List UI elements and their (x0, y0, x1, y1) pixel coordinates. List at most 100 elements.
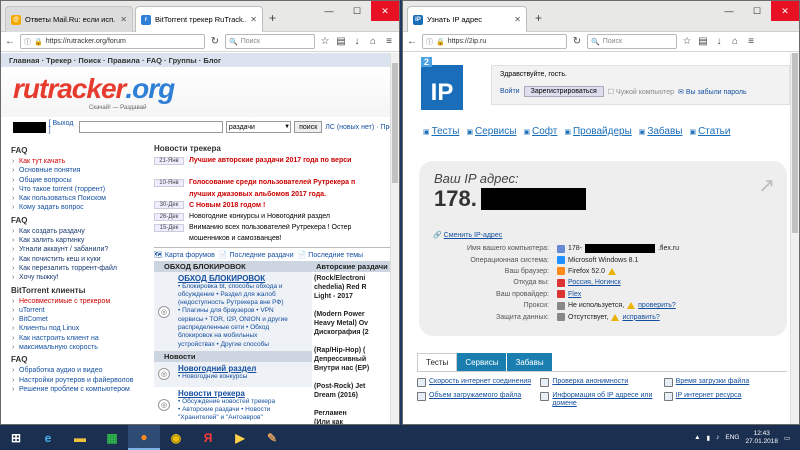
panel-sublink[interactable]: распределенные сети • Обход (156, 324, 310, 332)
minimize-icon[interactable]: — (315, 1, 343, 21)
panel-sublink[interactable]: обсуждение • Раздел для жалоб (156, 291, 310, 299)
info-text[interactable]: Flex (568, 291, 581, 298)
panel-sublink[interactable]: сервисы • TOR, I2P, ONION и другие (156, 316, 310, 324)
sidebar-link[interactable]: Как почистить кеш и куки (11, 255, 151, 264)
clock[interactable]: 12:43 27.01.2018 (745, 430, 778, 446)
author-release-line[interactable]: (Или как (314, 418, 390, 425)
back-icon[interactable]: ← (406, 36, 418, 47)
close-tab-icon[interactable]: ✕ (250, 15, 257, 24)
news-row[interactable]: мошенников и самозванцев! (154, 233, 394, 244)
tray-arrow-icon[interactable]: ▲ (694, 434, 700, 441)
download-icon[interactable]: ↓ (713, 36, 725, 47)
sidebar-link[interactable]: Обработка аудио и видео (11, 366, 151, 375)
store-icon[interactable]: ▦ (96, 425, 128, 450)
rt-main-menu[interactable]: Главная · Трекер · Поиск · Правила · FAQ… (1, 53, 399, 67)
rt-search-select[interactable]: раздачи ▼ (225, 121, 292, 133)
scrollbar[interactable] (390, 53, 399, 424)
menu-icon[interactable]: ≡ (383, 36, 395, 47)
tracker-news-link[interactable]: Новости трекера (156, 389, 310, 398)
minimize-icon[interactable]: — (715, 1, 743, 21)
ie-icon[interactable]: e (32, 425, 64, 450)
author-release-line[interactable]: (Rap/Hip-Hop) ( (314, 346, 390, 355)
home-icon[interactable]: ⌂ (729, 36, 741, 47)
panel-sublink[interactable]: "Хранителей" и "Антоавров" (156, 414, 310, 422)
copy-arrow-icon[interactable]: ↗ (758, 173, 775, 198)
ny-link[interactable]: Новогодний раздел (156, 364, 310, 373)
panel-sublink[interactable]: • Плагины для браузеров • VPN (156, 307, 310, 315)
reload-icon[interactable]: ↻ (209, 36, 221, 47)
register-button[interactable]: Зарегистрироваться (523, 86, 604, 97)
nav-4[interactable]: ▣ Забавы (639, 126, 683, 137)
sidebar-link[interactable]: Настройки роутеров и файерволов (11, 376, 151, 385)
close-tab-icon[interactable]: ✕ (514, 15, 521, 24)
author-release-line[interactable]: Депрессивный (314, 355, 390, 364)
sidebar-link[interactable]: максимальную скорость (11, 343, 151, 352)
search-box[interactable]: 🔍 Поиск (225, 34, 315, 49)
url-bar[interactable]: ⓘ 🔒 https://rutracker.org/forum (20, 34, 205, 49)
panel-sublink[interactable]: • Блокировка bt, способы обхода и (156, 283, 310, 291)
news-row[interactable] (154, 166, 394, 177)
maximize-icon[interactable]: ☐ (343, 1, 371, 21)
nav-2[interactable]: ▣ Софт (523, 126, 557, 137)
panel-sublink[interactable]: (недоступность Рутрекера вне РФ) (156, 299, 310, 307)
service-link[interactable]: Информация об IP адресе или домене (540, 392, 663, 408)
notifications-icon[interactable]: ▭ (784, 434, 794, 442)
last-releases-link[interactable]: 📄 Последние раздачи (219, 251, 294, 259)
2ip-logo[interactable]: 2 IP (421, 57, 463, 110)
bookmark-star-icon[interactable]: ☆ (319, 36, 331, 47)
yandex-icon[interactable]: Я (192, 425, 224, 450)
reload-icon[interactable]: ↻ (571, 36, 583, 47)
panel-sublink[interactable]: • Новогодние конкурсы (156, 373, 310, 381)
author-release-line[interactable]: (Rock/Electroni (314, 274, 390, 283)
volume-icon[interactable]: ♪ (716, 434, 719, 441)
bookmark-star-icon[interactable]: ☆ (681, 36, 693, 47)
logout-link[interactable]: [ Выход ] (49, 120, 77, 134)
sidebar-link[interactable]: Решение проблем с компьютером (11, 385, 151, 394)
sidebar-link[interactable]: Как настроить клиент на (11, 334, 151, 343)
sidebar-link[interactable]: Как тут качать (11, 157, 151, 166)
rt-search-button[interactable]: поиск (294, 121, 323, 133)
author-release-line[interactable] (314, 301, 390, 310)
author-release-line[interactable]: (Modern Power (314, 310, 390, 319)
author-release-line[interactable]: Dream (2016) (314, 391, 390, 400)
close-window-icon[interactable]: ✕ (371, 1, 399, 21)
sidebar-link[interactable]: Как создать раздачу (11, 227, 151, 236)
panel-sublink[interactable]: устройствах • Другие способы (156, 341, 310, 349)
rt-search-input[interactable] (79, 121, 223, 133)
back-icon[interactable]: ← (4, 36, 16, 47)
panel-sublink[interactable]: блокировок на мобильных (156, 332, 310, 340)
sidebar-link[interactable]: Клиенты под Linux (11, 324, 151, 333)
author-release-line[interactable]: chedelia) Red R (314, 283, 390, 292)
author-release-line[interactable]: (Post-Rock) Jet (314, 382, 390, 391)
info-text[interactable]: Россия, Ногинск (568, 279, 621, 286)
login-link[interactable]: Войти (500, 88, 520, 95)
scrollbar[interactable] (790, 53, 799, 424)
news-row[interactable]: 26-Дек Новогодние конкурсы и Новогодний р… (154, 211, 394, 222)
tab-rutracker[interactable]: r BitTorrent трекер RuTrack... ✕ (135, 6, 263, 32)
network-icon[interactable]: ▮ (707, 434, 711, 442)
service-link[interactable]: Объем загружаемого файла (417, 392, 540, 408)
close-tab-icon[interactable]: ✕ (120, 15, 127, 24)
search-box[interactable]: 🔍 Поиск (587, 34, 677, 49)
chrome-icon[interactable]: ◉ (160, 425, 192, 450)
rutracker-logo[interactable]: rutracker.org Скачай! — Раздавай (1, 67, 399, 117)
last-topics-link[interactable]: 📄 Последние темы (298, 251, 363, 259)
pm-link[interactable]: ЛС (новых нет) · Проф (325, 124, 399, 131)
sidebar-link[interactable]: Общие вопросы (11, 176, 151, 185)
bottom-tab-1[interactable]: Сервисы (457, 353, 508, 371)
sidebar-link[interactable]: Основные понятия (11, 166, 151, 175)
change-ip-link[interactable]: 🔗 Сменить IP-адрес (433, 231, 502, 239)
service-link[interactable]: Проверка анонимности (540, 378, 663, 387)
media-icon[interactable]: ▶ (224, 425, 256, 450)
tab-mail-ru[interactable]: @ Ответы Mail.Ru: если исп... ✕ (5, 6, 133, 32)
bottom-tab-0[interactable]: Тесты (417, 353, 458, 371)
explorer-icon[interactable]: ▬ (64, 425, 96, 450)
author-release-line[interactable]: Дискография (2 (314, 328, 390, 337)
news-row[interactable]: лучших джазовых альбомов 2017 года. (154, 189, 394, 200)
author-release-line[interactable] (314, 337, 390, 346)
author-release-line[interactable]: Heavy Metal) Ov (314, 319, 390, 328)
library-icon[interactable]: ▤ (335, 36, 347, 47)
news-row[interactable]: 15-Дек Вниманию всех пользователей Рутрек… (154, 222, 394, 233)
sidebar-link[interactable]: uTorrent (11, 306, 151, 315)
info-extra[interactable]: исправить? (622, 314, 659, 321)
